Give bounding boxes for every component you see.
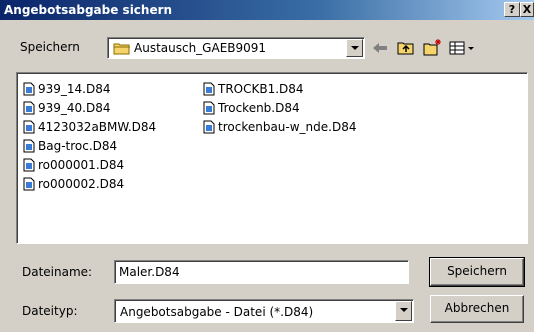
filetype-value: Angebotsabgabe - Datei (*.D84) xyxy=(120,305,314,319)
save-button[interactable]: Speichern xyxy=(429,257,525,287)
file-item[interactable]: TROCKB1.D84 xyxy=(203,79,356,98)
lookin-dropdown[interactable]: Austausch_GAEB9091 xyxy=(107,37,365,59)
file-item[interactable]: 939_40.D84 xyxy=(23,98,156,117)
document-icon xyxy=(23,82,35,95)
filename-input[interactable]: Maler.D84 xyxy=(114,260,409,284)
file-name: Trockenb.D84 xyxy=(218,100,300,115)
file-item[interactable]: ro000001.D84 xyxy=(23,155,156,174)
file-item[interactable]: Bag-troc.D84 xyxy=(23,136,156,155)
file-column-1: 939_14.D84 939_40.D84 4123032aBMW.D84 Bag-t… xyxy=(23,79,156,193)
file-item[interactable]: 4123032aBMW.D84 xyxy=(23,117,156,136)
file-name: trockenbau-w_nde.D84 xyxy=(218,119,357,134)
back-arrow-icon[interactable] xyxy=(370,38,390,58)
title-bar[interactable]: Angebotsabgabe sichern xyxy=(0,0,534,20)
document-icon xyxy=(23,120,35,133)
close-button[interactable]: X xyxy=(520,2,534,17)
file-item[interactable]: 939_14.D84 xyxy=(23,79,156,98)
filetype-dropdown[interactable]: Angebotsabgabe - Datei (*.D84) xyxy=(114,299,414,323)
document-icon xyxy=(23,177,35,190)
document-icon xyxy=(23,158,35,171)
views-menu-icon[interactable] xyxy=(448,38,478,58)
file-list[interactable]: 939_14.D84 939_40.D84 4123032aBMW.D84 Bag-t… xyxy=(16,72,528,244)
file-item[interactable]: ro000002.D84 xyxy=(23,174,156,193)
document-icon xyxy=(203,120,215,133)
file-name: 939_40.D84 xyxy=(38,100,111,115)
lookin-value: Austausch_GAEB9091 xyxy=(134,41,267,55)
file-name: Bag-troc.D84 xyxy=(38,138,118,153)
up-folder-icon[interactable] xyxy=(396,38,416,58)
file-name: 939_14.D84 xyxy=(38,81,111,96)
file-name: 4123032aBMW.D84 xyxy=(38,119,157,134)
document-icon xyxy=(23,101,35,114)
filetype-label: Dateityp: xyxy=(22,304,78,318)
document-icon xyxy=(203,101,215,114)
filetype-dropdown-button[interactable] xyxy=(395,301,412,321)
lookin-dropdown-button[interactable] xyxy=(346,39,363,57)
file-name: ro000002.D84 xyxy=(38,176,125,191)
file-name: TROCKB1.D84 xyxy=(218,81,304,96)
filename-label: Dateiname: xyxy=(22,265,93,279)
lookin-label: Speichern xyxy=(20,40,80,54)
cancel-button[interactable]: Abbrechen xyxy=(430,295,524,323)
help-button[interactable]: ? xyxy=(504,2,520,17)
file-item[interactable]: Trockenb.D84 xyxy=(203,98,356,117)
document-icon xyxy=(203,82,215,95)
new-folder-icon[interactable] xyxy=(422,38,442,58)
window-title: Angebotsabgabe sichern xyxy=(4,3,173,17)
folder-icon xyxy=(113,43,130,55)
file-column-2: TROCKB1.D84 Trockenb.D84 trockenbau-w_nde.… xyxy=(203,79,356,136)
file-item[interactable]: trockenbau-w_nde.D84 xyxy=(203,117,356,136)
file-name: ro000001.D84 xyxy=(38,157,125,172)
document-icon xyxy=(23,139,35,152)
